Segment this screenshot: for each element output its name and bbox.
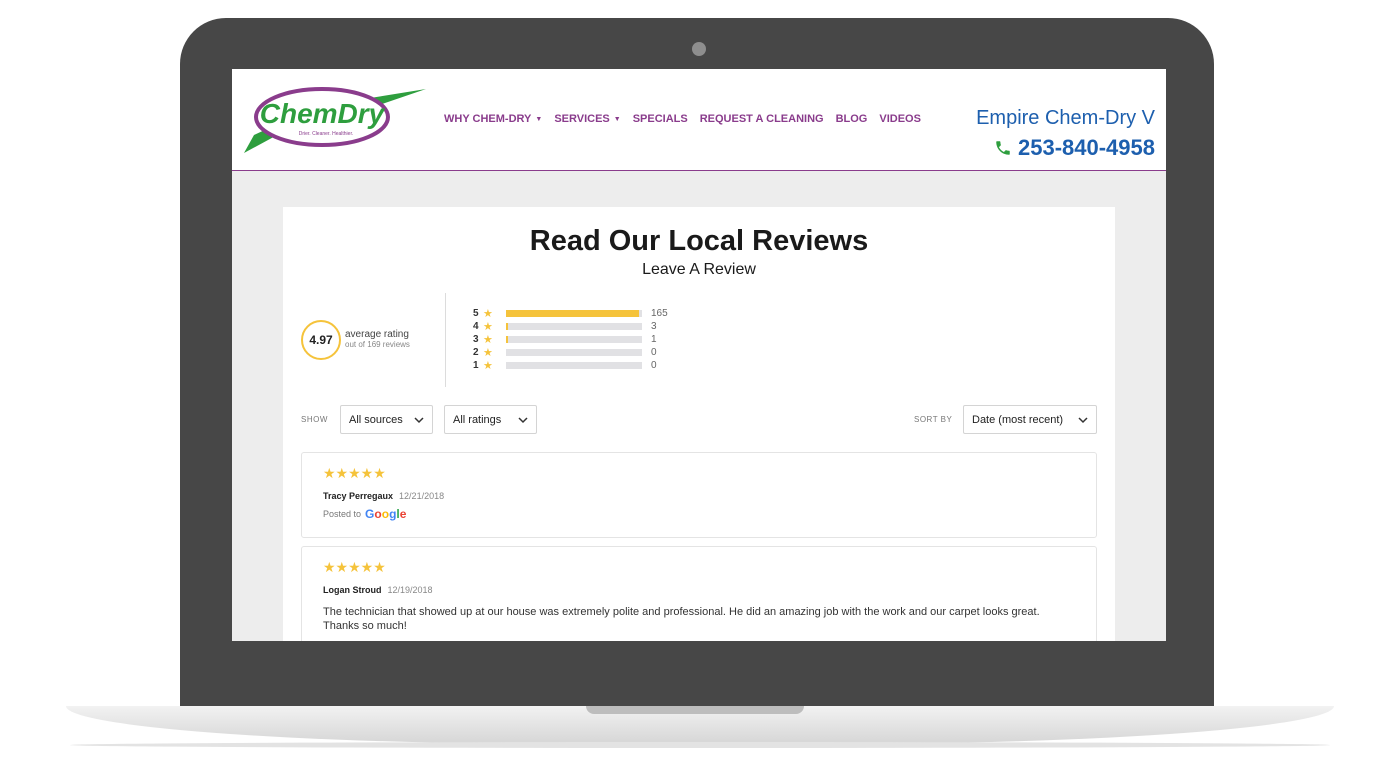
nav-label: VIDEOS [879, 113, 921, 125]
caret-down-icon: ▼ [613, 115, 621, 123]
review-date: 12/19/2018 [387, 585, 433, 595]
rating-bar-track [506, 323, 642, 330]
site-header: ChemDry Drier. Cleaner. Healthier. WHY C… [232, 69, 1166, 171]
rating-bar-track [506, 310, 642, 317]
nav-label: WHY CHEM-DRY [444, 113, 532, 125]
main-nav: WHY CHEM-DRY ▼ SERVICES ▼ SPECIALS REQUEST… [444, 113, 921, 125]
nav-item-why-chem-dry[interactable]: WHY CHEM-DRY ▼ [444, 113, 542, 125]
review-count-label: out of 169 reviews [345, 340, 410, 349]
phone-icon [996, 141, 1010, 155]
ratings-select[interactable]: All ratings [444, 405, 537, 434]
reviewer-name: Tracy Perregaux [323, 491, 394, 501]
chevron-down-icon [414, 416, 424, 423]
star-icon: ★ [483, 347, 493, 359]
rating-bar-track [506, 362, 642, 369]
chemdry-logo[interactable]: ChemDry Drier. Cleaner. Healthier. [244, 87, 426, 155]
rating-row-1[interactable]: 1 ★ 0 [473, 359, 668, 372]
nav-item-videos[interactable]: VIDEOS [879, 113, 921, 125]
review-date: 12/21/2018 [399, 491, 445, 501]
rating-star-number: 3 [473, 334, 479, 345]
nav-item-request-cleaning[interactable]: REQUEST A CLEANING [700, 113, 824, 125]
average-rating-badge: 4.97 [301, 320, 341, 360]
nav-item-specials[interactable]: SPECIALS [633, 113, 688, 125]
rating-bar-fill [506, 310, 639, 317]
rating-bar-track [506, 349, 642, 356]
review-stars: ★★★★★ [323, 465, 386, 481]
chevron-down-icon [1078, 416, 1088, 423]
average-rating-label: average rating [345, 329, 409, 340]
sort-select[interactable]: Date (most recent) [963, 405, 1097, 434]
rating-count: 3 [651, 321, 657, 332]
review-text: The technician that showed up at our hou… [323, 606, 1040, 632]
reviews-card: Read Our Local Reviews Leave A Review 4.… [283, 207, 1115, 641]
rating-star-number: 1 [473, 360, 479, 371]
rating-row-4[interactable]: 4 ★ 3 [473, 320, 668, 333]
reviewer-name: Logan Stroud [323, 585, 382, 595]
rating-count: 165 [651, 308, 668, 319]
rating-bar-fill [506, 336, 509, 343]
chevron-down-icon [518, 416, 528, 423]
rating-star-number: 4 [473, 321, 479, 332]
rating-count: 0 [651, 360, 657, 371]
phone-link[interactable]: 253-840-4958 [994, 135, 1155, 161]
rating-bar-track [506, 336, 642, 343]
nav-label: SERVICES [554, 113, 610, 125]
nav-item-blog[interactable]: BLOG [836, 113, 868, 125]
sources-select-value: All sources [349, 413, 403, 426]
caret-down-icon: ▼ [535, 115, 543, 123]
nav-label: SPECIALS [632, 113, 688, 125]
show-label: SHOW [301, 415, 328, 424]
page-title: Read Our Local Reviews [529, 225, 869, 257]
laptop-notch [586, 706, 804, 714]
star-icon: ★ [483, 321, 493, 333]
review-stars: ★★★★★ [323, 559, 386, 575]
rating-breakdown: 5 ★ 165 4 ★ 3 3 ★ 1 2 ★ 0 1 ★ 0 [473, 307, 668, 372]
logo-brand-text: ChemDry [260, 98, 386, 129]
camera-icon [692, 42, 706, 56]
sort-by-label: SORT BY [914, 415, 953, 424]
rating-star-number: 2 [473, 347, 479, 358]
google-logo[interactable]: Google [365, 507, 406, 521]
screen: ChemDry Drier. Cleaner. Healthier. WHY C… [232, 69, 1166, 641]
rating-row-3[interactable]: 3 ★ 1 [473, 333, 668, 346]
business-name: Empire Chem-Dry V [976, 107, 1155, 129]
sources-select[interactable]: All sources [340, 405, 433, 434]
posted-to-label: Posted to [323, 509, 362, 519]
rating-row-2[interactable]: 2 ★ 0 [473, 346, 668, 359]
rating-count: 1 [651, 334, 657, 345]
posted-to: Posted to Google [323, 507, 406, 521]
nav-label: BLOG [835, 113, 868, 125]
rating-count: 0 [651, 347, 657, 358]
leave-review-link[interactable]: Leave A Review [283, 261, 1115, 279]
reviewer-line: Logan Stroud 12/19/2018 [323, 585, 433, 595]
laptop-shadow [70, 742, 1330, 748]
star-icon: ★ [483, 360, 493, 372]
star-icon: ★ [483, 308, 493, 320]
review-card: ★★★★★ Tracy Perregaux 12/21/2018 Posted t… [301, 452, 1097, 538]
ratings-select-value: All ratings [453, 413, 502, 426]
rating-star-number: 5 [473, 308, 479, 319]
rating-row-5[interactable]: 5 ★ 165 [473, 307, 668, 320]
nav-label: REQUEST A CLEANING [699, 113, 824, 125]
reviewer-line: Tracy Perregaux 12/21/2018 [323, 491, 444, 501]
sort-select-value: Date (most recent) [972, 413, 1064, 426]
star-icon: ★ [483, 334, 493, 346]
nav-item-services[interactable]: SERVICES ▼ [554, 113, 620, 125]
rating-bar-fill [506, 323, 509, 330]
phone-number: 253-840-4958 [1017, 135, 1155, 160]
review-card: ★★★★★ Logan Stroud 12/19/2018 The technic… [301, 546, 1097, 641]
logo-tagline-text: Drier. Cleaner. Healthier. [299, 131, 353, 137]
divider [445, 293, 446, 387]
